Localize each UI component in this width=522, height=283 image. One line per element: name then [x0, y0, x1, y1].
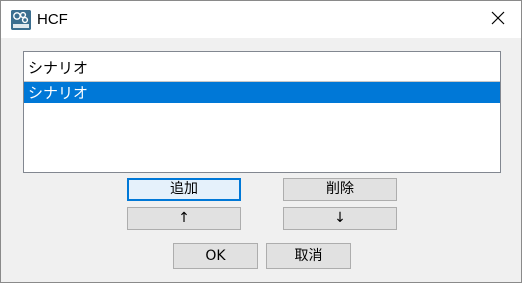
delete-button[interactable]: 削除 [283, 178, 397, 201]
list-item-selected[interactable]: シナリオ [24, 81, 500, 103]
window-title: HCF [37, 11, 68, 28]
add-button[interactable]: 追加 [127, 178, 241, 201]
scenario-listbox[interactable]: シナリオ シナリオ [23, 51, 501, 173]
close-icon [491, 11, 505, 29]
move-down-button[interactable]: ↓ [283, 207, 397, 230]
hcf-app-icon [11, 10, 31, 30]
move-up-button[interactable]: ↑ [127, 207, 241, 230]
ok-button[interactable]: OK [173, 243, 258, 269]
title-bar: HCF [1, 1, 521, 38]
close-button[interactable] [475, 1, 521, 38]
dialog-window: HCF シナリオ シナリオ 追加 削除 ↑ ↓ OK 取消 [0, 0, 522, 283]
cancel-button[interactable]: 取消 [266, 243, 351, 269]
list-item[interactable]: シナリオ [24, 56, 500, 81]
